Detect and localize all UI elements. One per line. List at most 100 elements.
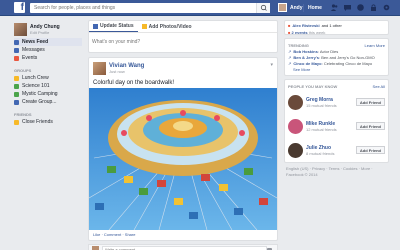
birthday-gift-icon: ■ bbox=[288, 23, 291, 28]
birthday-name[interactable]: Alex Ristevski bbox=[292, 23, 319, 28]
trending-item[interactable]: ↗ Bob Hoskins: Actor Dies bbox=[285, 49, 388, 54]
privacy-lock-icon[interactable] bbox=[369, 3, 378, 12]
events-count[interactable]: 2 events bbox=[292, 30, 308, 35]
divider bbox=[303, 4, 304, 12]
trend-name[interactable]: Ben & Jerry's bbox=[293, 55, 319, 60]
sidebar-item-science-101[interactable]: Science 101 bbox=[14, 82, 84, 90]
post-actions[interactable]: Like · Comment · Share bbox=[93, 232, 135, 237]
sidebar-item-label: Science 101 bbox=[22, 83, 50, 89]
sidebar-item-label: Create Group... bbox=[22, 99, 57, 105]
profile-name[interactable]: Andy Chung bbox=[30, 24, 60, 30]
avatar[interactable] bbox=[288, 118, 303, 134]
see-more-link[interactable]: See More bbox=[285, 67, 388, 75]
see-all-link[interactable]: See All bbox=[373, 84, 385, 89]
trending-title: TRENDING bbox=[288, 43, 309, 48]
tab-update-status[interactable]: Update Status bbox=[89, 21, 138, 32]
tab-label: Update Status bbox=[100, 23, 134, 29]
search-box[interactable] bbox=[30, 3, 270, 13]
sidebar-item-label: Events bbox=[22, 55, 38, 61]
sidebar-item-close-friends[interactable]: Close Friends bbox=[14, 118, 84, 126]
avatar bbox=[92, 246, 99, 250]
birthday-suffix: and 1 other bbox=[321, 23, 342, 28]
pymk-item: Julie Zhuo 8 mutual friends Add Friend bbox=[285, 138, 388, 162]
person-name[interactable]: Julie Zhuo bbox=[306, 145, 334, 151]
carousel-ride-image bbox=[89, 88, 277, 230]
chevron-down-icon[interactable]: ▾ bbox=[270, 62, 273, 68]
comment-input[interactable] bbox=[102, 246, 267, 250]
status-composer: Update Status Add Photos/Video bbox=[88, 20, 278, 53]
trending-arrow-icon: ↗ bbox=[288, 49, 292, 54]
pymk-header: PEOPLE YOU MAY KNOW See All bbox=[285, 80, 388, 90]
sidebar-item-create-group[interactable]: Create Group... bbox=[14, 98, 84, 106]
create-group-icon bbox=[14, 99, 19, 105]
sidebar-item-events[interactable]: Events bbox=[14, 54, 84, 62]
events-reminder[interactable]: ■ 2 events this week bbox=[288, 30, 385, 35]
mutual-friends[interactable]: 15 mutual friends bbox=[306, 103, 337, 108]
trending-item[interactable]: ↗ Cinco de Mayo: Celebrating Cinco de Ma… bbox=[285, 61, 388, 66]
friends-header: FRIENDS bbox=[14, 112, 32, 117]
status-input[interactable] bbox=[89, 33, 277, 51]
left-sidebar: Andy Chung Edit Profile News Feed Messag… bbox=[14, 20, 84, 126]
messages-icon bbox=[14, 47, 19, 53]
groups-header: GROUPS bbox=[14, 68, 32, 73]
sidebar-item-label: Lunch Crew bbox=[22, 75, 49, 81]
trend-name[interactable]: Cinco de Mayo bbox=[293, 61, 321, 66]
add-friend-button[interactable]: Add Friend bbox=[355, 146, 385, 154]
trend-text: Celebrating Cinco de Mayo bbox=[323, 61, 373, 66]
post-header: Vivian Wang Just now bbox=[93, 62, 144, 75]
sidebar-item-news-feed[interactable]: News Feed bbox=[14, 38, 82, 46]
learn-more-link[interactable]: Learn More bbox=[365, 43, 385, 48]
topbar-icons bbox=[330, 3, 391, 12]
avatar[interactable] bbox=[288, 142, 303, 158]
person-name[interactable]: Mike Runkle bbox=[306, 121, 337, 127]
avatar[interactable] bbox=[288, 94, 303, 110]
footer-links[interactable]: English (US) · Privacy · Terms · Cookies… bbox=[284, 163, 389, 181]
search-input[interactable] bbox=[30, 3, 255, 13]
feed-post: Vivian Wang Just now ▾ Colorful day on t… bbox=[88, 57, 278, 241]
facebook-logo-icon[interactable]: f bbox=[14, 2, 25, 13]
composer-tabs: Update Status Add Photos/Video bbox=[89, 21, 277, 33]
tab-label: Add Photos/Video bbox=[148, 23, 192, 30]
topbar-profile-link[interactable]: Andy bbox=[278, 3, 303, 12]
trending-arrow-icon: ↗ bbox=[288, 55, 292, 60]
add-friend-button[interactable]: Add Friend bbox=[355, 98, 385, 106]
sidebar-item-mystic-camping[interactable]: Mystic Camping bbox=[14, 90, 84, 98]
avatar[interactable] bbox=[93, 62, 106, 75]
pymk-title: PEOPLE YOU MAY KNOW bbox=[288, 84, 338, 89]
friend-requests-icon[interactable] bbox=[330, 3, 339, 12]
mutual-friends[interactable]: 12 mutual friends bbox=[306, 127, 337, 132]
trend-text: Ben and Jerry's Go Non-GMO bbox=[321, 55, 375, 60]
sidebar-item-label: Close Friends bbox=[22, 119, 53, 125]
trend-name[interactable]: Bob Hoskins bbox=[293, 49, 317, 54]
person-name[interactable]: Greg Morra bbox=[306, 97, 337, 103]
sidebar-item-lunch-crew[interactable]: Lunch Crew bbox=[14, 74, 84, 82]
photo-icon bbox=[141, 24, 147, 29]
mutual-friends[interactable]: 8 mutual friends bbox=[306, 151, 334, 156]
edit-profile-link[interactable]: Edit Profile bbox=[30, 30, 60, 35]
search-button[interactable] bbox=[256, 3, 270, 13]
avatar bbox=[14, 22, 27, 36]
add-friend-button[interactable]: Add Friend bbox=[355, 122, 385, 130]
reminders-card: ■ Alex Ristevski and 1 other ■ 2 events … bbox=[284, 20, 389, 35]
home-link[interactable]: Home bbox=[308, 5, 322, 11]
tab-add-photos[interactable]: Add Photos/Video bbox=[138, 21, 196, 32]
profile-link[interactable]: Andy Chung Edit Profile bbox=[14, 20, 84, 38]
pymk-item: Greg Morra 15 mutual friends Add Friend bbox=[285, 90, 388, 114]
settings-gear-icon[interactable] bbox=[382, 3, 391, 12]
trending-header: TRENDING Learn More bbox=[285, 39, 388, 49]
trending-item[interactable]: ↗ Ben & Jerry's: Ben and Jerry's Go Non-… bbox=[285, 55, 388, 60]
post-text: Colorful day on the boardwalk! bbox=[93, 80, 175, 86]
search-icon bbox=[260, 4, 267, 11]
right-sidebar: ■ Alex Ristevski and 1 other ■ 2 events … bbox=[284, 20, 389, 181]
messages-icon[interactable] bbox=[343, 3, 352, 12]
sidebar-item-messages[interactable]: Messages bbox=[14, 46, 84, 54]
events-suffix: this week bbox=[308, 30, 326, 35]
pymk-item: Mike Runkle 12 mutual friends Add Friend bbox=[285, 114, 388, 138]
people-you-may-know-card: PEOPLE YOU MAY KNOW See All Greg Morra 1… bbox=[284, 79, 389, 163]
notifications-icon[interactable] bbox=[356, 3, 365, 12]
post-photo[interactable] bbox=[89, 88, 277, 230]
group-icon bbox=[14, 91, 19, 97]
birthday-reminder[interactable]: ■ Alex Ristevski and 1 other bbox=[288, 23, 385, 28]
group-icon bbox=[14, 83, 19, 89]
post-timestamp[interactable]: Just now bbox=[109, 69, 144, 74]
